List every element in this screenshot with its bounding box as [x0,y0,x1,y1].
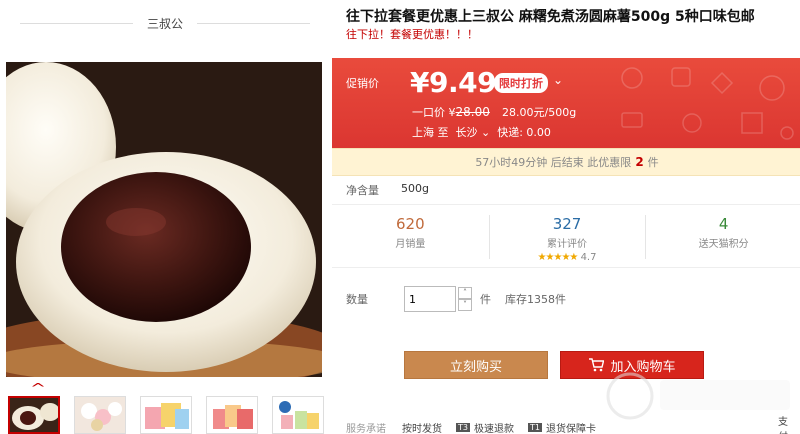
promo-price-label: 促销价 [346,77,379,90]
thumbnail-image [10,398,58,432]
thumbnail-image [75,397,125,433]
unit-price: 28.00元/500g [502,106,577,119]
points-value: 4 [718,215,729,233]
points-stat: 4 送天猫积分 [645,205,800,267]
thumbnail-image [207,397,257,433]
thumbnail-5[interactable] [272,396,324,434]
stock-info: 库存1358件 [505,293,566,306]
thumbnail-image [273,397,323,433]
quantity-unit: 件 [480,293,491,306]
promo-price: ¥9.49 [410,66,497,99]
buy-now-button[interactable]: 立刻购买 [404,351,548,379]
ship-from: 上海 至 [412,126,449,139]
service-row: 服务承诺 按时发货 T3极速退款 T1退货保障卡 支付 [346,417,788,434]
decrement-button[interactable]: ˅ [458,299,472,311]
divider [20,22,133,24]
monthly-sales-label: 月销量 [395,239,426,250]
chevron-down-icon[interactable]: ⌄ [553,73,563,87]
original-price-value: 28.00 [455,105,490,119]
thumbnail-2[interactable] [74,396,126,434]
quantity-label: 数量 [346,293,368,306]
rating-row: ★★★★★ 4.7 [489,252,646,263]
main-product-image [6,62,322,377]
store-name[interactable]: 三叔公 [133,15,197,32]
action-buttons: 立刻购买 加入购物车 [404,351,704,379]
net-weight-value: 500g [401,182,429,195]
thumbnail-strip [8,396,324,434]
service-item[interactable]: T3 极速退款 [456,420,514,434]
thumbnail-3[interactable] [140,396,192,434]
original-price: 一口价 ¥28.00 [412,104,490,120]
points-label: 送天猫积分 [698,239,749,250]
quantity-row: 数量 ˄ ˅ 件 库存1358件 [346,286,566,312]
service-item[interactable]: 按时发货 [402,420,442,434]
reviews-stat[interactable]: 327 累计评价 ★★★★★ 4.7 [488,205,646,267]
reviews-label: 累计评价 [547,239,587,250]
net-weight-label: 净含量 [346,184,379,197]
mochi-image-art [6,62,322,377]
chevron-down-icon[interactable]: ⌄ [478,126,490,139]
product-title: 往下拉套餐更优惠上三叔公 麻糬免煮汤圆麻薯500g 5种口味包邮 [346,9,755,25]
store-header: 三叔公 [20,8,311,38]
service-label: 服务承诺 [346,424,386,434]
product-subtitle: 往下拉！套餐更优惠！！！ [346,28,478,41]
stats-row: 620 月销量 327 累计评价 ★★★★★ 4.7 4 送天猫积分 [332,204,800,268]
service-item[interactable]: T1 退货保障卡 [527,420,596,434]
payment-label: 支付 [778,416,788,434]
add-to-cart-label: 加入购物车 [610,359,676,375]
limited-discount-badge: 限时打折 [494,73,548,93]
purchase-limit: 2 [635,155,644,169]
add-to-cart-button[interactable]: 加入购物车 [560,351,704,379]
countdown-bar: 57小时49分钟 后结束 此优惠限 2 件 [332,148,800,176]
thumbnail-image [141,397,191,433]
service-tag: T1 [527,423,542,432]
gallery-column: 三叔公 ^ [0,0,330,434]
service-tag: T3 [456,423,470,432]
net-weight-row: 净含量 500g [346,182,429,198]
product-info-column: 往下拉套餐更优惠上三叔公 麻糬免煮汤圆麻薯500g 5种口味包邮 往下拉！套餐更… [330,0,800,434]
promo-panel: 促销价 ¥9.49 限时打折 ⌄ 一口价 ¥28.00 28.00元/500g … [332,58,800,148]
service-item-label: 退货保障卡 [545,424,596,434]
chevron-up-icon[interactable]: ^ [30,381,46,395]
quantity-input[interactable] [404,286,456,312]
countdown-text: 57小时49分钟 后结束 此优惠限 [475,156,632,169]
star-icon: ★★★★★ [537,252,579,263]
divider [197,22,311,24]
purchase-limit-unit: 件 [647,156,659,169]
monthly-sales-stat: 620 月销量 [332,205,489,267]
product-page: 三叔公 ^ 往下拉套餐更优惠上三叔公 麻糬免煮汤圆麻薯500g 5种口味包邮 往… [0,0,800,434]
monthly-sales-value: 620 [396,215,425,233]
shipping-fee: 快递: 0.00 [497,126,551,139]
service-item-label: 极速退款 [473,424,514,434]
shipping-info: 上海 至 长沙 ⌄ 快递: 0.00 [412,124,551,140]
ship-to-select[interactable]: 长沙 [456,126,478,139]
decorative-pattern [621,67,794,140]
service-item-label: 按时发货 [402,424,442,434]
quantity-stepper[interactable]: ˄ ˅ [458,287,472,311]
rating-value: 4.7 [580,252,597,263]
cart-icon [589,358,605,372]
original-price-label: 一口价 ¥ [412,106,456,119]
thumbnail-1[interactable] [8,396,60,434]
thumbnail-4[interactable] [206,396,258,434]
reviews-count[interactable]: 327 [489,215,646,233]
increment-button[interactable]: ˄ [458,287,472,299]
